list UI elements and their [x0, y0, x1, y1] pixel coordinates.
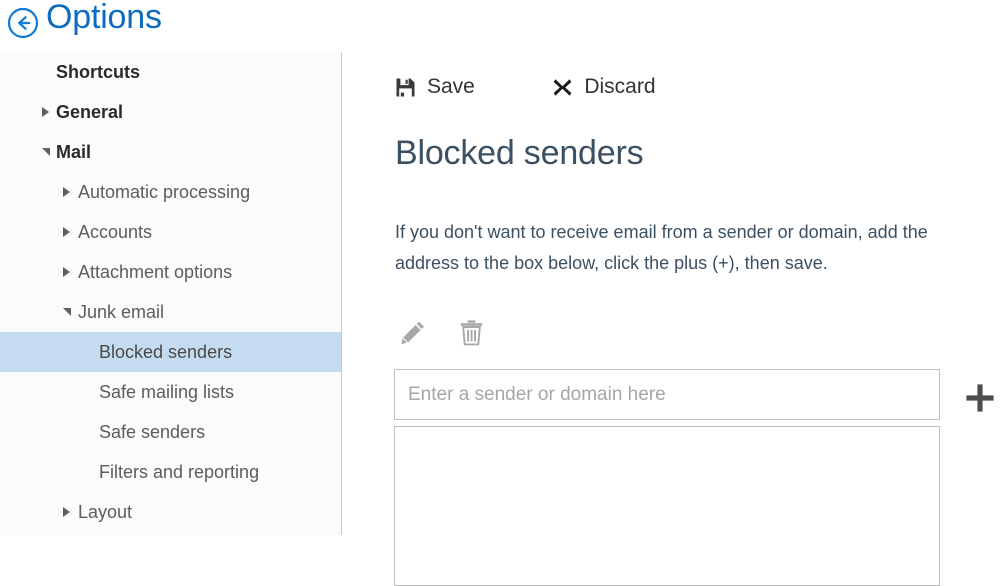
sidebar-item-safe-mailing-lists[interactable]: Safe mailing lists	[0, 372, 341, 412]
discard-button-label: Discard	[584, 75, 656, 98]
sidebar-item-label: Blocked senders	[99, 342, 233, 362]
chevron-down-icon	[42, 148, 50, 156]
sidebar-item-attachment-options[interactable]: Attachment options	[0, 252, 341, 292]
chevron-right-icon	[63, 227, 70, 237]
sidebar-item-label: Filters and reporting	[99, 462, 260, 482]
save-button-label: Save	[427, 75, 475, 98]
blocked-senders-listbox[interactable]	[394, 426, 940, 586]
sidebar-item-label: Accounts	[78, 222, 153, 242]
chevron-right-icon	[63, 507, 70, 517]
sidebar-item-label: Safe senders	[99, 422, 206, 442]
page-title: Blocked senders	[395, 134, 644, 172]
page-header-title: Options	[46, 0, 162, 36]
sender-or-domain-input[interactable]	[394, 369, 940, 420]
chevron-right-icon	[63, 187, 70, 197]
page-description: If you don't want to receive email from …	[395, 222, 928, 273]
sidebar-item-label: Junk email	[78, 302, 165, 322]
trash-delete-icon[interactable]	[453, 314, 489, 350]
sidebar-item-accounts[interactable]: Accounts	[0, 212, 341, 252]
settings-navigation-sidebar: Shortcuts General Mail Automatic process…	[0, 52, 342, 535]
discard-button[interactable]: Discard	[551, 70, 656, 104]
chevron-right-icon	[42, 107, 49, 117]
sidebar-item-label: Shortcuts	[56, 62, 141, 82]
command-bar: Save Discard	[394, 70, 656, 104]
sidebar-item-blocked-senders[interactable]: Blocked senders	[0, 332, 341, 372]
sidebar-item-label: Attachment options	[78, 262, 233, 282]
sidebar-item-label: Mail	[56, 142, 92, 162]
sidebar-item-label: Automatic processing	[78, 182, 251, 202]
sidebar-item-shortcuts[interactable]: Shortcuts	[0, 52, 341, 92]
sidebar-item-general[interactable]: General	[0, 92, 341, 132]
settings-detail-pane: Save Discard Blocked senders If you don'…	[343, 52, 1005, 586]
sidebar-item-mail[interactable]: Mail	[0, 132, 341, 172]
sidebar-item-safe-senders[interactable]: Safe senders	[0, 412, 341, 452]
sidebar-item-layout[interactable]: Layout	[0, 492, 341, 532]
sidebar-item-automatic-processing[interactable]: Automatic processing	[0, 172, 341, 212]
pencil-edit-icon[interactable]	[395, 314, 431, 350]
chevron-right-icon	[63, 267, 70, 277]
save-floppy-icon	[394, 76, 416, 98]
chevron-down-icon	[63, 308, 71, 316]
plus-add-icon[interactable]	[963, 381, 997, 415]
sidebar-item-junk-email[interactable]: Junk email	[0, 292, 341, 332]
sidebar-item-filters-and-reporting[interactable]: Filters and reporting	[0, 452, 341, 492]
save-button[interactable]: Save	[394, 70, 475, 104]
sidebar-item-label: Safe mailing lists	[99, 382, 235, 402]
sidebar-item-label: Layout	[78, 502, 133, 522]
app-header: Options	[0, 0, 1005, 52]
list-tools-toolbar	[395, 314, 489, 350]
back-arrow-circle-icon[interactable]	[7, 7, 39, 39]
close-x-icon	[551, 76, 573, 98]
sidebar-item-label: General	[56, 102, 124, 122]
